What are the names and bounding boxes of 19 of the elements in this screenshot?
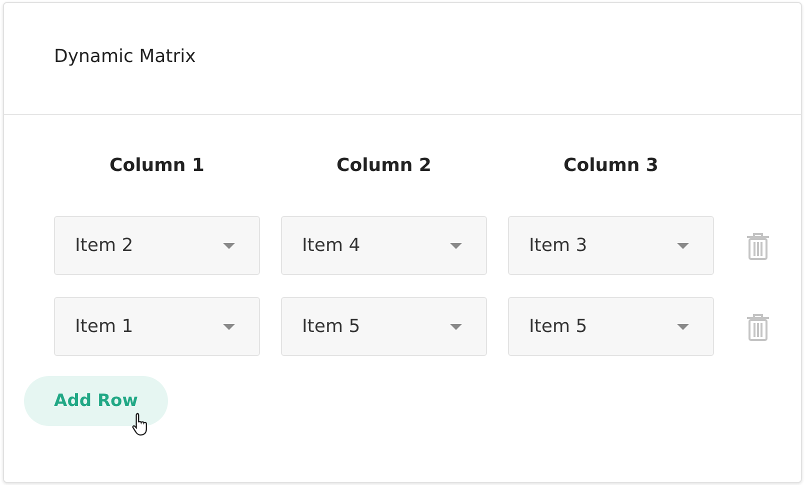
trash-icon[interactable] [746, 232, 770, 260]
column-header: Column 1 [108, 155, 206, 176]
dropdown[interactable]: Item 5 [508, 297, 714, 356]
caret-icon [677, 242, 689, 248]
caret-icon [677, 324, 689, 330]
caret-icon [450, 324, 462, 330]
caret-icon [223, 242, 235, 248]
dropdown[interactable]: Item 5 [281, 297, 487, 356]
dropdown[interactable]: Item 2 [54, 216, 260, 275]
column-header: Column 3 [562, 155, 660, 176]
pointer-cursor-icon [132, 412, 150, 436]
caret-icon [450, 242, 462, 248]
card-title: Dynamic Matrix [54, 46, 196, 69]
column-header: Column 2 [336, 155, 432, 176]
dropdown[interactable]: Item 1 [54, 297, 260, 356]
dropdown[interactable]: Item 3 [508, 216, 714, 275]
dropdown[interactable]: Item 4 [281, 216, 487, 275]
trash-icon[interactable] [746, 312, 770, 340]
caret-icon [223, 324, 235, 330]
